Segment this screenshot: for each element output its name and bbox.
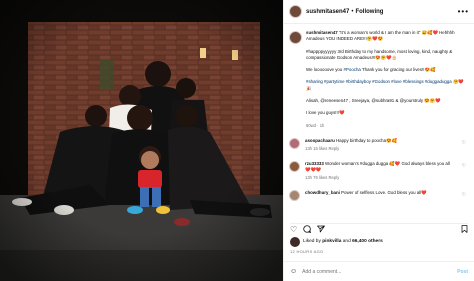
comment-text: Wonder woman’s #dugga dugga 🥰❤️ God alwa…	[305, 160, 450, 172]
caption-author-avatar[interactable]	[289, 31, 302, 44]
header-separator: •	[351, 8, 354, 15]
group-photo-image	[0, 0, 283, 281]
caption-mentions[interactable]: Alisah, @reneesen47 , Sreejaya, @subhra9…	[306, 98, 466, 104]
comment-item: chowdhury_bani Power of selfless Love. G…	[289, 189, 469, 201]
post-date: 12 HOURS AGO	[290, 249, 324, 254]
commenter-avatar[interactable]	[289, 137, 300, 149]
likes-summary[interactable]: Liked by pinkvilla and 66,400 others	[303, 239, 383, 244]
caption-line-3-end: Thank you for gracing our lives!!😍🥰	[360, 67, 436, 73]
post-header: sushmitasen47 • Following •••	[284, 0, 474, 24]
post-photo[interactable]	[0, 0, 283, 281]
commenter-avatar[interactable]	[289, 189, 300, 201]
likes-middle: and	[341, 239, 353, 244]
comment-username[interactable]: chowdhury_bani	[305, 190, 340, 195]
comment-username[interactable]: asoopachaaru	[305, 138, 335, 143]
comment-text: Happy birthday to poocha😍🥰	[334, 137, 397, 143]
caption-line-3: We loooooove you	[306, 67, 344, 73]
caption-hashtags[interactable]: #sharing #partytime #birthdayboy #Godson…	[306, 79, 466, 92]
comment-body: asoopachaaru Happy birthday to poocha😍🥰 …	[305, 138, 455, 152]
caption-closing: I love you guys!!!❤️	[306, 110, 345, 116]
comment-body: chowdhury_bani Power of selfless Love. G…	[305, 190, 455, 201]
comment-like-heart-icon[interactable]: ♡	[462, 163, 466, 169]
liker-avatar[interactable]	[290, 237, 300, 247]
commenter-avatar[interactable]	[289, 160, 300, 172]
comment-item: rzu33333 Wonder woman’s #dugga dugga 🥰❤️…	[289, 160, 469, 181]
comments-section[interactable]: sushmitasen47 “It’s a woman’s world & I …	[284, 26, 474, 222]
comment-meta[interactable]: 13h 15 likes Reply	[305, 146, 455, 152]
caption: sushmitasen47 “It’s a woman’s world & I …	[289, 30, 469, 129]
add-comment-input[interactable]: Add a comment...	[302, 269, 341, 275]
add-comment-bar: ☺ Add a comment... Post	[284, 261, 474, 281]
likes-prefix: Liked by	[303, 239, 323, 244]
post-side-panel: sushmitasen47 • Following ••• sushmitase…	[283, 0, 474, 281]
caption-text: sushmitasen47 “It’s a woman’s world & I …	[306, 30, 466, 129]
share-icon[interactable]	[317, 225, 326, 235]
bookmark-icon[interactable]	[461, 224, 468, 235]
author-username[interactable]: sushmitasen47	[306, 9, 349, 15]
caption-line-2: #happppyyyyyy 3rd Birthday to my handsom…	[306, 48, 453, 60]
instagram-post-view: sushmitasen47 • Following ••• sushmitase…	[0, 0, 474, 281]
comment-item: asoopachaaru Happy birthday to poocha😍🥰 …	[289, 137, 469, 152]
action-bar: ♡	[290, 223, 468, 233]
comment-meta[interactable]: 13h 76 likes Reply	[305, 175, 455, 181]
caption-username[interactable]: sushmitasen47	[306, 30, 338, 35]
caption-hashtag-poocha[interactable]: #Poocha	[344, 67, 361, 72]
smiley-icon[interactable]: ☺	[290, 268, 297, 275]
comment-text: Power of selfless Love. God bless you al…	[339, 189, 427, 195]
likes-count[interactable]: 66,400 others	[352, 239, 383, 244]
more-options-icon[interactable]: •••	[458, 7, 469, 16]
heart-icon[interactable]: ♡	[290, 225, 297, 234]
comment-body: rzu33333 Wonder woman’s #dugga dugga 🥰❤️…	[305, 161, 455, 181]
comment-like-heart-icon[interactable]: ♡	[462, 140, 466, 146]
comment-icon[interactable]	[303, 224, 312, 235]
likes-user[interactable]: pinkvilla	[322, 239, 341, 244]
author-avatar[interactable]	[289, 5, 302, 18]
comment-like-heart-icon[interactable]: ♡	[462, 192, 466, 198]
comment-username[interactable]: rzu33333	[305, 161, 324, 166]
following-button[interactable]: Following	[355, 9, 383, 15]
post-comment-button[interactable]: Post	[457, 269, 468, 275]
caption-meta: 60wd · 1h	[306, 122, 325, 128]
